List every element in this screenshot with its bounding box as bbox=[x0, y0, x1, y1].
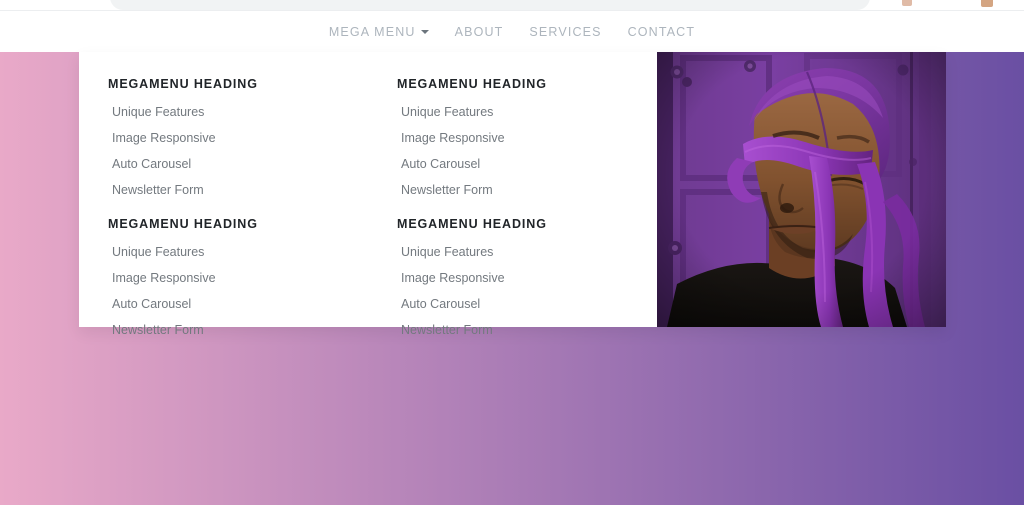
promo-photo bbox=[657, 52, 946, 327]
megamenu-link[interactable]: Newsletter Form bbox=[108, 323, 204, 337]
nav-item-contact[interactable]: CONTACT bbox=[615, 25, 709, 39]
megamenu-link[interactable]: Newsletter Form bbox=[397, 183, 493, 197]
megamenu-link[interactable]: Auto Carousel bbox=[108, 157, 191, 171]
megamenu-link[interactable]: Unique Features bbox=[108, 105, 204, 119]
megamenu-heading: MEGAMENU HEADING bbox=[397, 77, 547, 91]
nav-item-label: MEGA MENU bbox=[328, 24, 416, 39]
megamenu-link[interactable]: Auto Carousel bbox=[397, 297, 480, 311]
megamenu-link[interactable]: Unique Features bbox=[108, 245, 204, 259]
list-item: Image Responsive bbox=[108, 269, 346, 287]
megamenu-column: MEGAMENU HEADING Unique Features Image R… bbox=[368, 207, 657, 347]
megamenu-panel: MEGAMENU HEADING Unique Features Image R… bbox=[79, 52, 946, 337]
chevron-down-icon bbox=[420, 29, 429, 34]
list-item: Auto Carousel bbox=[108, 155, 346, 173]
megamenu-link-list: Unique Features Image Responsive Auto Ca… bbox=[397, 243, 635, 339]
address-bar[interactable] bbox=[110, 0, 870, 10]
nav-item-label: CONTACT bbox=[627, 24, 696, 39]
megamenu-heading: MEGAMENU HEADING bbox=[397, 217, 547, 231]
megamenu-column: MEGAMENU HEADING Unique Features Image R… bbox=[79, 207, 368, 347]
list-item: Image Responsive bbox=[108, 129, 346, 147]
main-navbar: MEGA MENU ABOUT SERVICES CONTACT bbox=[0, 11, 1024, 52]
megamenu-link[interactable]: Image Responsive bbox=[108, 271, 216, 285]
megamenu-link[interactable]: Newsletter Form bbox=[397, 323, 493, 337]
megamenu-heading: MEGAMENU HEADING bbox=[108, 217, 258, 231]
nav-item-label: ABOUT bbox=[454, 24, 504, 39]
megamenu-link[interactable]: Auto Carousel bbox=[397, 157, 480, 171]
megamenu-columns: MEGAMENU HEADING Unique Features Image R… bbox=[79, 52, 657, 337]
megamenu-link[interactable]: Newsletter Form bbox=[108, 183, 204, 197]
megamenu-column: MEGAMENU HEADING Unique Features Image R… bbox=[79, 67, 368, 207]
megamenu-link[interactable]: Auto Carousel bbox=[108, 297, 191, 311]
list-item: Auto Carousel bbox=[397, 155, 635, 173]
nav-item-label: SERVICES bbox=[529, 24, 602, 39]
list-item: Image Responsive bbox=[397, 269, 635, 287]
megamenu-link[interactable]: Unique Features bbox=[397, 245, 493, 259]
list-item: Image Responsive bbox=[397, 129, 635, 147]
browser-chrome-strip bbox=[0, 0, 1024, 11]
megamenu-promo-image bbox=[657, 52, 946, 327]
list-item: Unique Features bbox=[108, 103, 346, 121]
list-item: Unique Features bbox=[108, 243, 346, 261]
profile-avatar-icon[interactable] bbox=[981, 0, 993, 7]
nav-list: MEGA MENU ABOUT SERVICES CONTACT bbox=[316, 25, 708, 39]
megamenu-link-list: Unique Features Image Responsive Auto Ca… bbox=[108, 243, 346, 339]
megamenu-link-list: Unique Features Image Responsive Auto Ca… bbox=[108, 103, 346, 199]
list-item: Auto Carousel bbox=[108, 295, 346, 313]
list-item: Newsletter Form bbox=[397, 321, 635, 339]
nav-item-mega-menu[interactable]: MEGA MENU bbox=[316, 25, 442, 39]
megamenu-link[interactable]: Image Responsive bbox=[397, 271, 505, 285]
list-item: Newsletter Form bbox=[397, 181, 635, 199]
megamenu-column: MEGAMENU HEADING Unique Features Image R… bbox=[368, 67, 657, 207]
list-item: Unique Features bbox=[397, 103, 635, 121]
megamenu-heading: MEGAMENU HEADING bbox=[108, 77, 258, 91]
megamenu-link[interactable]: Unique Features bbox=[397, 105, 493, 119]
list-item: Unique Features bbox=[397, 243, 635, 261]
megamenu-link-list: Unique Features Image Responsive Auto Ca… bbox=[397, 103, 635, 199]
page-root: MEGA MENU ABOUT SERVICES CONTACT MEGAMEN… bbox=[0, 0, 1024, 505]
list-item: Newsletter Form bbox=[108, 321, 346, 339]
list-item: Auto Carousel bbox=[397, 295, 635, 313]
list-item: Newsletter Form bbox=[108, 181, 346, 199]
extension-icon[interactable] bbox=[902, 0, 912, 6]
megamenu-link[interactable]: Image Responsive bbox=[108, 131, 216, 145]
nav-item-about[interactable]: ABOUT bbox=[442, 25, 517, 39]
nav-item-services[interactable]: SERVICES bbox=[516, 25, 614, 39]
megamenu-link[interactable]: Image Responsive bbox=[397, 131, 505, 145]
